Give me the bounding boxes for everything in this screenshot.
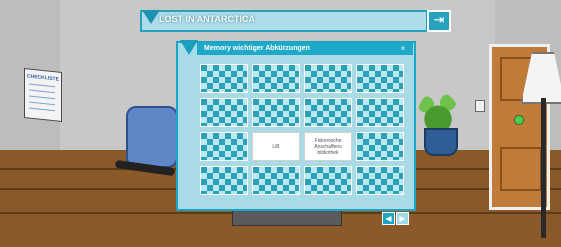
next-button[interactable]: ▶ (396, 212, 409, 225)
checklist-line (29, 89, 55, 94)
lamp-pole (541, 98, 546, 238)
backpack[interactable] (126, 106, 178, 168)
game-title: LOST IN ANTARCTICA (159, 14, 255, 24)
memory-card-hidden[interactable] (356, 98, 404, 127)
dialog-title: Memory wichtiger Abkürzungen (204, 45, 310, 52)
prev-button[interactable]: ◀ (382, 212, 395, 225)
exit-door-icon: ⇥ (433, 13, 445, 28)
memory-card-hidden[interactable] (252, 64, 300, 93)
memory-card-text: Fiskorosche Anschaffens bibliothek (314, 137, 342, 156)
checklist-line (29, 95, 55, 100)
plant-pot[interactable] (424, 128, 458, 156)
power-outlet (475, 100, 485, 112)
memory-card-hidden[interactable] (356, 166, 404, 195)
checklist-line (29, 83, 55, 88)
checklist-poster[interactable]: CHECKLISTE (24, 68, 62, 122)
memory-card-revealed[interactable]: LiB (252, 132, 300, 161)
title-bar-triangle-icon (142, 10, 160, 24)
dialog-triangle-icon (180, 40, 198, 55)
memory-card-hidden[interactable] (304, 64, 352, 93)
memory-card-hidden[interactable] (200, 166, 248, 195)
memory-card-hidden[interactable] (356, 132, 404, 161)
memory-card-hidden[interactable] (356, 64, 404, 93)
memory-card-hidden[interactable] (200, 64, 248, 93)
memory-card-text: LiB (272, 143, 280, 150)
memory-card-hidden[interactable] (252, 166, 300, 195)
memory-card-hidden[interactable] (304, 98, 352, 127)
close-icon[interactable]: × (398, 44, 408, 54)
door-panel (500, 147, 542, 191)
checklist-title: CHECKLISTE (27, 73, 59, 83)
memory-card-hidden[interactable] (200, 98, 248, 127)
memory-card-hidden[interactable] (252, 98, 300, 127)
exit-button[interactable]: ⇥ (427, 10, 451, 32)
memory-card-revealed[interactable]: Fiskorosche Anschaffens bibliothek (304, 132, 352, 161)
doorknob[interactable] (514, 115, 524, 125)
checklist-line (29, 107, 55, 112)
checklist-line (29, 101, 55, 106)
memory-card-hidden[interactable] (200, 132, 248, 161)
memory-card-hidden[interactable] (304, 166, 352, 195)
